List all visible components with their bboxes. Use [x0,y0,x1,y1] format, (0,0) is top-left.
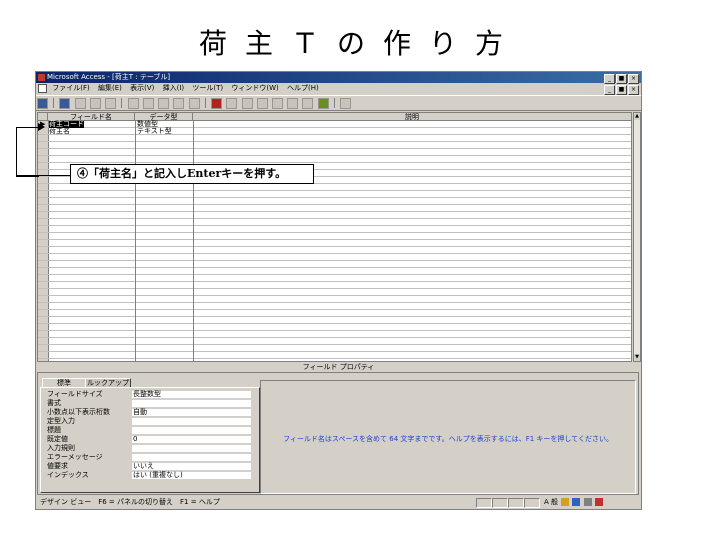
status-indicator [492,498,508,508]
menu-file[interactable]: ファイル(F) [52,84,90,92]
property-value[interactable] [132,445,251,453]
property-help-box: フィールド名はスペースを含めて 64 文字までです。ヘルプを表示するには、F1 … [260,380,636,494]
build-icon[interactable] [287,98,299,109]
properties-icon[interactable] [271,98,283,109]
table-design-grid: フィールド名 データ型 説明 ▶ 荷主コード 数値型 荷主名 テキスト型 [37,112,632,362]
grid-vertical-scrollbar[interactable]: ▲ ▼ [633,112,641,362]
paste-icon[interactable] [158,98,170,109]
menu-insert[interactable]: 挿入(I) [163,84,185,92]
property-value[interactable]: いいえ [132,463,251,471]
undo-icon[interactable] [188,98,200,109]
property-label: 値要求 [47,462,68,470]
menu-help[interactable]: ヘルプ(H) [287,84,319,92]
view-icon[interactable] [37,98,48,109]
property-label: 定型入力 [47,417,75,425]
property-label: インデックス [47,471,89,479]
menu-bar: ファイル(F) 編集(E) 表示(V) 挿入(I) ツール(T) ウィンドウ(W… [36,83,641,95]
property-value[interactable] [132,427,251,435]
scroll-up-icon[interactable]: ▲ [634,113,640,120]
ime-mode[interactable]: A 般 [544,498,558,506]
grid-rows [38,121,631,361]
instruction-callout: ④「荷主名」と記入しEnterキーを押す。 [70,164,314,184]
save-icon[interactable] [59,98,71,109]
menu-edit[interactable]: 編集(E) [98,84,122,92]
status-bar: デザイン ビュー F6 = パネルの切り替え F1 = ヘルプ A 般 [36,496,641,509]
copy-icon[interactable] [142,98,154,109]
property-value[interactable] [132,400,251,408]
property-value[interactable] [132,418,251,426]
database-window-icon[interactable] [302,98,314,109]
property-value[interactable]: 自動 [132,409,251,417]
field-properties-header: フィールド プロパティ [302,363,375,371]
property-label: 入力規則 [47,444,75,452]
delete-rows-icon[interactable] [256,98,268,109]
help-icon[interactable] [340,98,352,109]
property-label: エラーメッセージ [47,453,103,461]
property-label: 小数点以下表示桁数 [47,408,110,416]
menu-view[interactable]: 表示(V) [130,84,154,92]
status-indicator [476,498,492,508]
callout-connector [16,127,39,177]
menu-window[interactable]: ウィンドウ(W) [231,84,278,92]
table-window-icon[interactable] [38,84,47,93]
property-value[interactable]: はい (重複なし) [132,472,251,480]
general-properties-panel: フィールドサイズ 長整数型 書式 小数点以下表示桁数 自動 定型入力 標題 既定値 0… [40,387,260,493]
description-header: 説明 [193,113,631,121]
property-label: 書式 [47,399,61,407]
scroll-down-icon[interactable]: ▼ [634,354,640,361]
insert-rows-icon[interactable] [241,98,253,109]
title-bar: Microsoft Access - [荷主T : テーブル] _ ■ × [36,72,641,84]
callout-arrow-icon [38,123,45,131]
menu-tools[interactable]: ツール(T) [192,84,223,92]
print-preview-icon[interactable] [89,98,101,109]
format-painter-icon[interactable] [173,98,185,109]
cut-icon[interactable] [127,98,139,109]
ime-tools-icon[interactable] [583,498,592,506]
property-value[interactable]: 0 [132,436,251,444]
callout-connector-line [16,175,70,176]
mdi-minimize-button[interactable]: _ [604,85,615,95]
status-text: デザイン ビュー F6 = パネルの切り替え F1 = ヘルプ [40,498,220,506]
slide-title: 荷主Ｔの作り方 [198,27,521,60]
property-help-text: フィールド名はスペースを含めて 64 文字までです。ヘルプを表示するには、F1 … [283,435,613,443]
mdi-close-button[interactable]: × [628,85,639,95]
window-title: Microsoft Access - [荷主T : テーブル] [47,73,171,81]
mdi-restore-button[interactable]: ■ [616,85,627,95]
ime-dictionary-icon[interactable] [561,498,570,506]
status-indicator [524,498,540,508]
design-toolbar [36,95,641,111]
status-indicator [508,498,524,508]
access-window: Microsoft Access - [荷主T : テーブル] _ ■ × ファイル… [35,71,642,510]
property-label: 既定値 [47,435,68,443]
ime-help-icon[interactable] [594,498,603,506]
access-app-icon [38,74,45,81]
print-icon[interactable] [74,98,86,109]
indexes-icon[interactable] [226,98,238,109]
property-value[interactable]: 長整数型 [132,391,251,399]
property-label: フィールドサイズ [47,390,103,398]
field-properties-pane: 標準 ルックアップ フィールドサイズ 長整数型 書式 小数点以下表示桁数 自動 定型… [37,372,639,495]
primary-key-icon[interactable] [211,98,223,109]
ime-toolbar: A 般 [544,497,603,507]
ime-pad-icon[interactable] [572,498,581,506]
spell-check-icon[interactable] [105,98,117,109]
property-label: 標題 [47,426,61,434]
data-type-cell[interactable]: テキスト型 [137,128,172,135]
property-value[interactable] [132,454,251,462]
new-object-icon[interactable] [317,98,329,109]
field-name-cell[interactable]: 荷主名 [49,128,70,135]
